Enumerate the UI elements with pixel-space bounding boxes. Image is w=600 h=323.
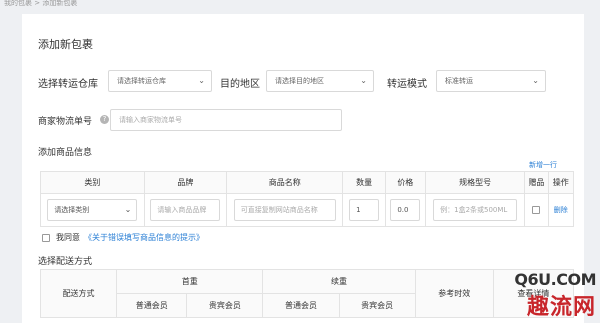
col-method: 配送方式 bbox=[39, 269, 118, 318]
watermark-brand: 趣流网 bbox=[526, 294, 596, 320]
shipping-header-row: 配送方式 首重 续重 参考时效 查看详情 bbox=[39, 269, 575, 318]
col-brand: 品牌 bbox=[143, 171, 228, 194]
shipping-title: 选择配送方式 bbox=[38, 257, 93, 267]
extra-normal: 普通会员 bbox=[262, 293, 340, 318]
spec-input[interactable]: 例：1盒2条或500ML bbox=[433, 199, 518, 221]
warehouse-select[interactable]: 请选择转运仓库 ⌄ bbox=[108, 70, 212, 92]
gift-cell bbox=[524, 193, 549, 227]
delete-link[interactable]: 删除 bbox=[554, 206, 568, 214]
action-cell: 删除 bbox=[547, 193, 575, 227]
breadcrumb: 我的包裹 > 添加新包裹 bbox=[4, 0, 78, 7]
category-cell: 请选择类别 ⌄ bbox=[40, 193, 145, 227]
watermark-domain: Q6U.COM bbox=[514, 270, 596, 289]
destination-label: 目的地区 bbox=[220, 79, 260, 90]
col-gift: 赠品 bbox=[524, 171, 549, 194]
chevron-down-icon: ⌄ bbox=[360, 76, 367, 85]
chevron-down-icon: ⌄ bbox=[198, 76, 205, 85]
col-price: 价格 bbox=[384, 171, 426, 194]
spec-cell: 例：1盒2条或500ML bbox=[424, 193, 526, 227]
destination-select[interactable]: 请选择目的地区 ⌄ bbox=[266, 70, 374, 92]
price-input[interactable]: 0.0 bbox=[390, 199, 421, 221]
site-watermark: Q6U.COM 趣流网 bbox=[514, 270, 596, 321]
mode-label: 转运模式 bbox=[387, 79, 427, 90]
col-extra-weight: 续重 bbox=[262, 269, 416, 294]
agree-checkbox[interactable] bbox=[42, 233, 50, 242]
category-select-value: 请选择类别 bbox=[54, 206, 90, 214]
add-row-link[interactable]: 新增一行 bbox=[529, 160, 557, 170]
agree-label: 我同意 bbox=[56, 233, 80, 242]
add-package-form: 添加新包裹 选择转运仓库 请选择转运仓库 ⌄ 目的地区 请选择目的地区 ⌄ 转运… bbox=[22, 14, 584, 323]
col-category: 类别 bbox=[40, 171, 145, 194]
mode-select[interactable]: 标准转运 ⌄ bbox=[436, 70, 546, 92]
first-vip: 贵宾会员 bbox=[186, 293, 264, 318]
quantity-input[interactable]: 1 bbox=[349, 199, 380, 221]
qty-cell: 1 bbox=[342, 193, 386, 227]
product-name-input[interactable]: 可直接复制网站商品名称 bbox=[233, 199, 336, 221]
col-spec: 规格型号 bbox=[424, 171, 526, 194]
goods-table: 类别 品牌 商品名称 数量 价格 规格型号 赠品 操作 请选择类别 ⌄ 请输入商… bbox=[40, 171, 575, 227]
agree-row: 我同意 《关于错误填写商品信息的提示》 bbox=[42, 232, 204, 243]
col-name: 商品名称 bbox=[226, 171, 344, 194]
category-select[interactable]: 请选择类别 ⌄ bbox=[47, 199, 138, 221]
help-icon[interactable]: ? bbox=[100, 115, 109, 124]
tracking-label: 商家物流单号 bbox=[38, 117, 93, 127]
mode-select-value: 标准转运 bbox=[445, 77, 473, 85]
warehouse-label: 选择转运仓库 bbox=[38, 79, 98, 90]
destination-select-value: 请选择目的地区 bbox=[275, 77, 324, 85]
shipping-table: 配送方式 首重 续重 参考时效 查看详情 普通会员 贵宾会员 普通会员 贵宾会员 bbox=[39, 269, 575, 318]
gift-checkbox[interactable] bbox=[532, 206, 541, 214]
col-time: 参考时效 bbox=[414, 269, 494, 318]
warehouse-select-value: 请选择转运仓库 bbox=[117, 77, 166, 85]
first-normal: 普通会员 bbox=[116, 293, 188, 318]
name-cell: 可直接复制网站商品名称 bbox=[226, 193, 344, 227]
extra-vip: 贵宾会员 bbox=[338, 293, 416, 318]
price-cell: 0.0 bbox=[384, 193, 426, 227]
col-qty: 数量 bbox=[342, 171, 386, 194]
goods-title: 添加商品信息 bbox=[38, 148, 93, 158]
goods-header-row: 类别 品牌 商品名称 数量 价格 规格型号 赠品 操作 bbox=[40, 171, 575, 194]
tracking-input[interactable]: 请输入商家物流单号 bbox=[110, 109, 342, 131]
col-action: 操作 bbox=[547, 171, 575, 194]
brand-cell: 请输入商品品牌 bbox=[143, 193, 228, 227]
table-row: 请选择类别 ⌄ 请输入商品品牌 可直接复制网站商品名称 1 0.0 例：1盒2条… bbox=[40, 193, 575, 227]
chevron-down-icon: ⌄ bbox=[124, 205, 132, 214]
notice-link[interactable]: 《关于错误填写商品信息的提示》 bbox=[84, 233, 204, 242]
page-title: 添加新包裹 bbox=[38, 38, 93, 51]
chevron-down-icon: ⌄ bbox=[532, 76, 539, 85]
brand-input[interactable]: 请输入商品品牌 bbox=[150, 199, 221, 221]
col-first-weight: 首重 bbox=[116, 269, 264, 294]
